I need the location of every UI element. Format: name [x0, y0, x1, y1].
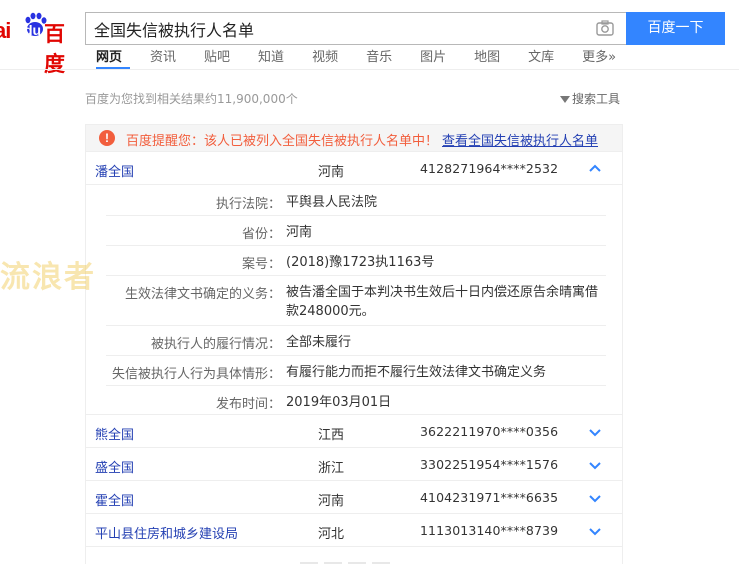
detail-row: 发布时间： 2019年03月01日: [86, 385, 622, 415]
table-row[interactable]: 熊全国 江西 3622211970****0356: [86, 415, 622, 448]
tab-1[interactable]: 资讯: [150, 46, 176, 65]
chevron-down-icon[interactable]: [588, 425, 602, 439]
chevron-down-icon[interactable]: [588, 524, 602, 538]
table-row[interactable]: 平山县住房和城乡建设局 河北 1113013140****8739: [86, 514, 622, 547]
search-input[interactable]: [94, 13, 584, 44]
tab-4[interactable]: 视频: [312, 46, 338, 65]
row-id: 3622211970****0356: [420, 424, 559, 439]
detail-value: 全部未履行: [286, 335, 352, 350]
detail-label: 被执行人的履行情况：: [150, 337, 281, 352]
detail-value: 2019年03月01日: [286, 395, 392, 410]
detail-value: 河南: [286, 225, 313, 240]
filter-icon: [560, 96, 570, 103]
table-row[interactable]: 盛全国 浙江 3302251954****1576: [86, 448, 622, 481]
chevron-up-icon[interactable]: [588, 162, 602, 176]
detail-value: 有履行能力而拒不履行生效法律文书确定义务: [286, 365, 547, 380]
nav-divider: [0, 69, 739, 70]
row-province: 河北: [318, 527, 345, 542]
row-id: 3302251954****1576: [420, 457, 559, 472]
row-name[interactable]: 霍全国: [95, 490, 134, 509]
search-box: [85, 12, 626, 45]
tab-8[interactable]: 文库: [528, 46, 554, 65]
detail-row: 生效法律文书确定的义务： 被告潘全国于本判决书生效后十日内偿还原告余晴寓借款248…: [86, 275, 622, 326]
watermark: 流浪者: [0, 260, 96, 295]
alert-banner: ! 百度提醒您：该人已被列入全国失信被执行人名单中！ 查看全国失信被执行人名单: [85, 124, 623, 152]
row-name[interactable]: 平山县住房和城乡建设局: [95, 523, 238, 542]
row-name[interactable]: 盛全国: [95, 457, 134, 476]
nav-tabs-inner: 网页 资讯 贴吧 知道 视频 音乐 图片 地图 文库 更多»: [96, 46, 644, 65]
search-tools[interactable]: 搜索工具: [560, 90, 620, 107]
view-list-link[interactable]: 查看全国失信被执行人名单: [442, 130, 598, 149]
detail-row: 失信被执行人行为具体情形： 有履行能力而拒不履行生效法律文书确定义务: [86, 355, 622, 386]
alert-text: 百度提醒您：该人已被列入全国失信被执行人名单中！: [126, 134, 439, 149]
row-province: 河南: [318, 494, 345, 509]
tab-0[interactable]: 网页: [96, 46, 122, 65]
detail-label: 失信被执行人行为具体情形：: [111, 367, 281, 382]
detail-row: 案号： (2018)豫1723执1163号: [86, 245, 622, 276]
row-id: 4128271964****2532: [420, 161, 559, 176]
detail-row: 被执行人的履行情况： 全部未履行: [86, 325, 622, 356]
row-province: 河南: [318, 165, 345, 180]
detail-value: 平舆县人民法院: [286, 195, 378, 210]
chevron-down-icon[interactable]: [588, 491, 602, 505]
pager: [300, 559, 500, 564]
search-tools-label: 搜索工具: [572, 92, 621, 106]
tab-2[interactable]: 贴吧: [204, 46, 230, 65]
dishonest-list-panel: 潘全国 河南 4128271964****2532 执行法院： 平舆县人民法院 省份： 河南…: [85, 152, 623, 564]
detail-label: 省份：: [241, 227, 281, 242]
detail-row: 执行法院： 平舆县人民法院: [86, 185, 622, 216]
row-province: 浙江: [318, 461, 345, 476]
tab-5[interactable]: 音乐: [366, 46, 392, 65]
detail-label: 生效法律文书确定的义务：: [124, 287, 281, 302]
detail-label: 执行法院：: [215, 197, 281, 212]
tab-6[interactable]: 图片: [420, 46, 446, 65]
tab-9[interactable]: 更多»: [582, 46, 616, 65]
row-province: 江西: [318, 428, 345, 443]
logo-text-du: du: [24, 22, 42, 38]
camera-icon[interactable]: [596, 20, 614, 36]
tab-3[interactable]: 知道: [258, 46, 284, 65]
row-id: 1113013140****8739: [420, 523, 559, 538]
baidu-logo[interactable]: ai du 百度: [0, 12, 80, 76]
row-name[interactable]: 熊全国: [95, 424, 134, 443]
chevron-down-icon[interactable]: [588, 458, 602, 472]
detail-label: 案号：: [241, 257, 281, 272]
row-name[interactable]: 潘全国: [95, 161, 134, 180]
row-id: 4104231971****6635: [420, 490, 559, 505]
detail-value: (2018)豫1723执1163号: [286, 255, 435, 270]
logo-text-prefix: ai: [0, 18, 11, 43]
detail-row: 省份： 河南: [86, 215, 622, 246]
search-button[interactable]: 百度一下: [626, 12, 725, 45]
result-count: 百度为您找到相关结果约11,900,000个: [85, 92, 298, 106]
exclamation-icon: !: [99, 130, 115, 146]
detail-value: 被告潘全国于本判决书生效后十日内偿还原告余晴寓借款248000元。: [286, 285, 599, 319]
table-row[interactable]: 霍全国 河南 4104231971****6635: [86, 481, 622, 514]
table-row[interactable]: 潘全国 河南 4128271964****2532: [86, 152, 622, 185]
tab-7[interactable]: 地图: [474, 46, 500, 65]
nav-tabs: 网页 资讯 贴吧 知道 视频 音乐 图片 地图 文库 更多»: [96, 44, 696, 66]
detail-label: 发布时间：: [215, 397, 281, 412]
